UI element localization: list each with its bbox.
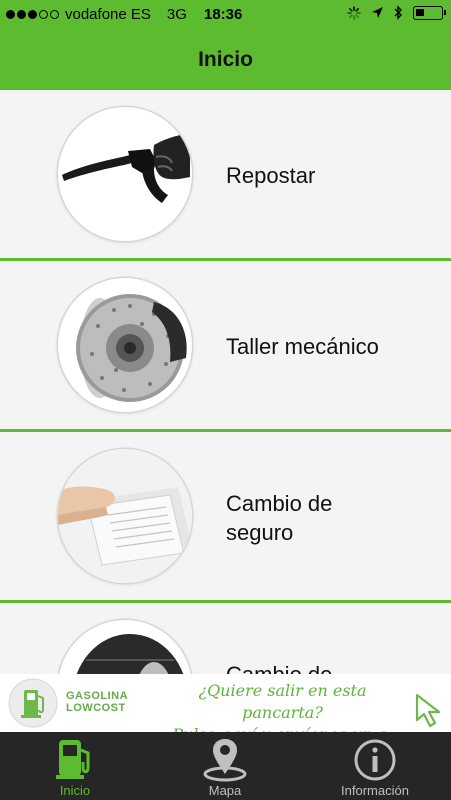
menu-list[interactable]: Repostar Taller mecánico Cambio de segur…	[0, 90, 451, 674]
network-type: 3G	[166, 6, 187, 23]
bluetooth-icon	[394, 5, 402, 20]
page-title: Inicio	[198, 48, 253, 71]
pointer-arrow-icon	[415, 693, 441, 728]
banner-brand-line: GASOLINA	[66, 690, 129, 702]
battery-icon	[413, 5, 446, 20]
gasolina-lowcost-logo	[8, 678, 58, 728]
navigation-bar: Inicio	[0, 30, 451, 90]
location-arrow-icon	[372, 7, 383, 18]
ad-banner[interactable]: GASOLINA LOWCOST ¿Quiere salir en esta p…	[0, 674, 451, 766]
menu-item-cambio-de-seguro[interactable]: Cambio de seguro	[0, 432, 451, 603]
tab-informacion[interactable]: Información	[300, 732, 450, 800]
status-bar: vodafone ES 3G 18:36	[0, 0, 451, 30]
fuel-nozzle-icon	[62, 133, 190, 203]
tab-label: Mapa	[208, 783, 242, 798]
menu-item-cambio-de-neumaticos[interactable]: Cambio de	[0, 603, 451, 674]
menu-item-label: Repostar	[226, 163, 316, 188]
menu-item-taller-mecanico[interactable]: Taller mecánico	[0, 261, 451, 432]
documents-icon	[58, 449, 192, 583]
banner-message: ¿Quiere salir en esta pancarta?	[198, 681, 367, 722]
map-pin-icon	[203, 739, 247, 782]
tab-bar: Inicio Mapa Información	[0, 732, 451, 800]
banner-brand-line: LOWCOST	[66, 702, 126, 714]
status-time: 18:36	[204, 6, 243, 23]
menu-item-label: Taller mecánico	[226, 334, 379, 359]
menu-item-label: Cambio de	[226, 660, 332, 674]
tire-icon	[76, 634, 184, 674]
menu-item-label: Cambio de	[226, 491, 333, 516]
carrier-name: vodafone ES	[65, 6, 151, 23]
tab-inicio[interactable]: Inicio	[0, 732, 150, 800]
menu-item-repostar[interactable]: Repostar	[0, 90, 451, 261]
activity-spinner-icon	[347, 5, 361, 20]
info-icon	[354, 739, 396, 781]
tab-mapa[interactable]: Mapa	[150, 732, 300, 800]
brake-disc-icon	[76, 294, 187, 402]
signal-strength-icon	[6, 10, 59, 19]
tab-label: Información	[341, 783, 409, 798]
tab-label: Inicio	[59, 783, 91, 798]
fuel-pump-icon	[56, 740, 90, 779]
menu-item-label: seguro	[226, 520, 294, 545]
